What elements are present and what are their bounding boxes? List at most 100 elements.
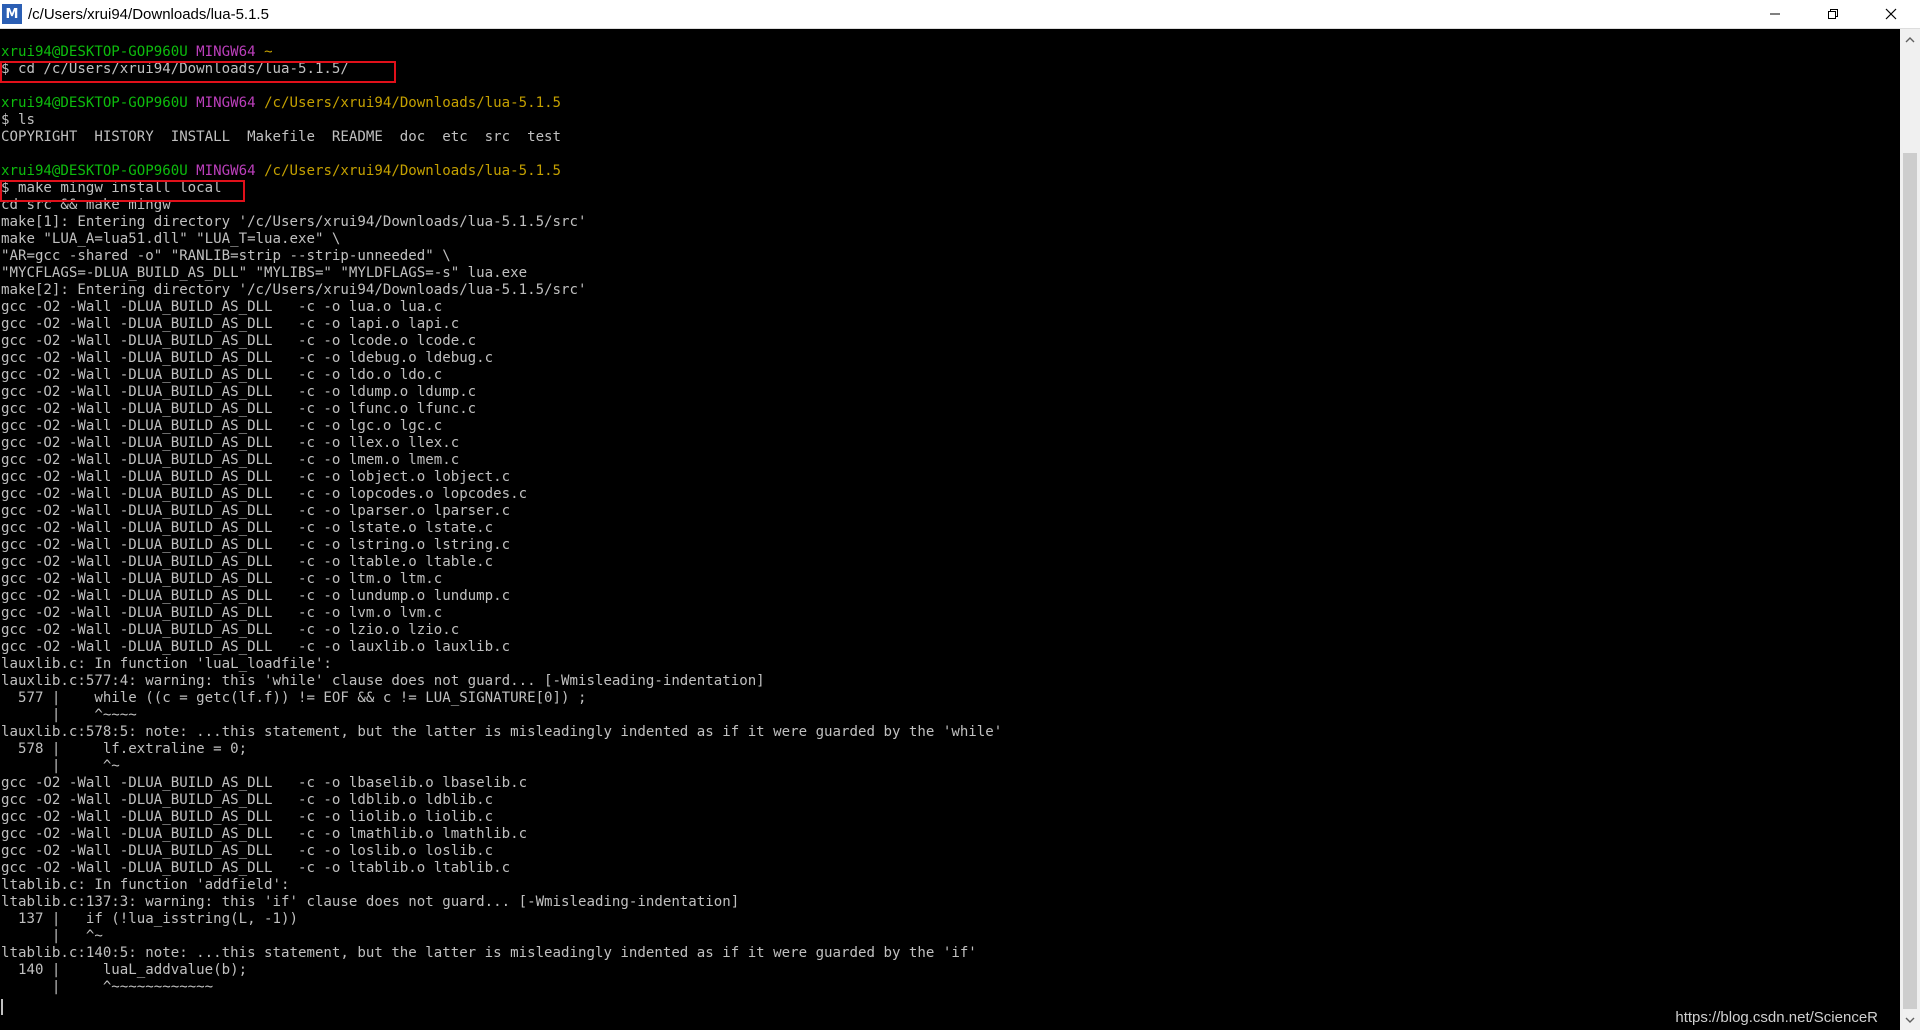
terminal-line: gcc -O2 -Wall -DLUA_BUILD_AS_DLL -c -o l…: [1, 843, 1002, 860]
terminal-text-segment: gcc -O2 -Wall -DLUA_BUILD_AS_DLL -c -o l…: [1, 469, 511, 485]
terminal-line: 578 | lf.extraline = 0;: [1, 741, 1002, 758]
terminal-line: gcc -O2 -Wall -DLUA_BUILD_AS_DLL -c -o l…: [1, 333, 1002, 350]
highlight-make-command: [0, 180, 245, 202]
terminal-text-segment: ltablib.c: In function 'addfield':: [1, 877, 290, 893]
terminal-text-segment: gcc -O2 -Wall -DLUA_BUILD_AS_DLL -c -o l…: [1, 401, 477, 417]
title-bar: M /c/Users/xrui94/Downloads/lua-5.1.5: [0, 0, 1920, 29]
terminal-text-segment: gcc -O2 -Wall -DLUA_BUILD_AS_DLL -c -o l…: [1, 605, 443, 621]
terminal-line: gcc -O2 -Wall -DLUA_BUILD_AS_DLL -c -o l…: [1, 401, 1002, 418]
terminal-text-segment: gcc -O2 -Wall -DLUA_BUILD_AS_DLL -c -o l…: [1, 588, 511, 604]
terminal-text-segment: ltablib.c:137:3: warning: this 'if' clau…: [1, 894, 740, 910]
terminal-text-segment: ~: [264, 44, 273, 60]
terminal-text-segment: MINGW64: [196, 44, 265, 60]
chevron-up-icon: [1905, 36, 1915, 42]
mintty-app-icon[interactable]: M: [2, 4, 22, 24]
scrollbar-thumb[interactable]: [1903, 153, 1917, 1009]
watermark: https://blog.csdn.net/ScienceR: [1675, 1009, 1878, 1026]
terminal-text-segment: | ^~: [1, 758, 120, 774]
minimize-button[interactable]: [1746, 0, 1804, 29]
terminal-line: | ^~: [1, 758, 1002, 775]
terminal-line: ltablib.c:137:3: warning: this 'if' clau…: [1, 894, 1002, 911]
terminal-line: gcc -O2 -Wall -DLUA_BUILD_AS_DLL -c -o l…: [1, 486, 1002, 503]
terminal-line: gcc -O2 -Wall -DLUA_BUILD_AS_DLL -c -o l…: [1, 605, 1002, 622]
terminal-line: lauxlib.c:578:5: note: ...this statement…: [1, 724, 1002, 741]
terminal-line: gcc -O2 -Wall -DLUA_BUILD_AS_DLL -c -o l…: [1, 418, 1002, 435]
terminal-output[interactable]: xrui94@DESKTOP-GOP960U MINGW64 ~ $ cd /c/…: [0, 29, 1900, 1030]
terminal-line: ltablib.c: In function 'addfield':: [1, 877, 1002, 894]
terminal-line: gcc -O2 -Wall -DLUA_BUILD_AS_DLL -c -o l…: [1, 775, 1002, 792]
terminal-text-segment: "MYCFLAGS=-DLUA_BUILD_AS_DLL" "MYLIBS=" …: [1, 265, 528, 281]
terminal-line: gcc -O2 -Wall -DLUA_BUILD_AS_DLL -c -o l…: [1, 571, 1002, 588]
terminal-text-segment: 578 | lf.extraline = 0;: [1, 741, 248, 757]
terminal-line: make[2]: Entering directory '/c/Users/xr…: [1, 282, 1002, 299]
scroll-down-arrow[interactable]: [1900, 1011, 1920, 1028]
terminal-line: | ^~~~~~~~~~~~~: [1, 979, 1002, 996]
terminal-text-segment: $ ls: [1, 112, 35, 128]
terminal-text-segment: make "LUA_A=lua51.dll" "LUA_T=lua.exe" \: [1, 231, 341, 247]
terminal-line: 137 | if (!lua_isstring(L, -1)): [1, 911, 1002, 928]
highlight-cd-command: [0, 61, 396, 83]
terminal-text-segment: gcc -O2 -Wall -DLUA_BUILD_AS_DLL -c -o l…: [1, 486, 528, 502]
terminal-text-segment: "AR=gcc -shared -o" "RANLIB=strip --stri…: [1, 248, 451, 264]
terminal-text-segment: | ^~: [1, 928, 103, 944]
terminal-line: make[1]: Entering directory '/c/Users/xr…: [1, 214, 1002, 231]
terminal-line: xrui94@DESKTOP-GOP960U MINGW64 /c/Users/…: [1, 95, 1002, 112]
terminal-line: lauxlib.c:577:4: warning: this 'while' c…: [1, 673, 1002, 690]
terminal-line: | ^~~~~: [1, 707, 1002, 724]
terminal-line: gcc -O2 -Wall -DLUA_BUILD_AS_DLL -c -o l…: [1, 554, 1002, 571]
terminal-text-segment: gcc -O2 -Wall -DLUA_BUILD_AS_DLL -c -o l…: [1, 843, 494, 859]
terminal-line: "AR=gcc -shared -o" "RANLIB=strip --stri…: [1, 248, 1002, 265]
terminal-line: gcc -O2 -Wall -DLUA_BUILD_AS_DLL -c -o l…: [1, 537, 1002, 554]
terminal-text-segment: COPYRIGHT HISTORY INSTALL Makefile READM…: [1, 129, 562, 145]
terminal-line: make "LUA_A=lua51.dll" "LUA_T=lua.exe" \: [1, 231, 1002, 248]
terminal-text-segment: gcc -O2 -Wall -DLUA_BUILD_AS_DLL -c -o l…: [1, 435, 460, 451]
terminal-text-segment: gcc -O2 -Wall -DLUA_BUILD_AS_DLL -c -o l…: [1, 367, 443, 383]
close-button[interactable]: [1862, 0, 1920, 29]
terminal-text-segment: gcc -O2 -Wall -DLUA_BUILD_AS_DLL -c -o l…: [1, 333, 477, 349]
terminal-text-segment: gcc -O2 -Wall -DLUA_BUILD_AS_DLL -c -o l…: [1, 520, 494, 536]
terminal-text-segment: gcc -O2 -Wall -DLUA_BUILD_AS_DLL -c -o l…: [1, 537, 511, 553]
terminal-text-segment: gcc -O2 -Wall -DLUA_BUILD_AS_DLL -c -o l…: [1, 384, 477, 400]
terminal-line: gcc -O2 -Wall -DLUA_BUILD_AS_DLL -c -o l…: [1, 299, 1002, 316]
terminal-text-segment: | ^~~~~~~~~~~~~: [1, 979, 214, 995]
restore-button[interactable]: [1804, 0, 1862, 29]
terminal-text-segment: 140 | luaL_addvalue(b);: [1, 962, 248, 978]
terminal-line: gcc -O2 -Wall -DLUA_BUILD_AS_DLL -c -o l…: [1, 520, 1002, 537]
terminal-text-segment: xrui94@DESKTOP-GOP960U: [1, 95, 197, 111]
terminal-text-segment: xrui94@DESKTOP-GOP960U: [1, 163, 197, 179]
terminal-text-segment: gcc -O2 -Wall -DLUA_BUILD_AS_DLL -c -o l…: [1, 826, 528, 842]
terminal-text-segment: gcc -O2 -Wall -DLUA_BUILD_AS_DLL -c -o l…: [1, 622, 460, 638]
terminal-text-segment: MINGW64: [196, 95, 265, 111]
terminal-line: gcc -O2 -Wall -DLUA_BUILD_AS_DLL -c -o l…: [1, 469, 1002, 486]
terminal-text-segment: 137 | if (!lua_isstring(L, -1)): [1, 911, 298, 927]
terminal-line: 140 | luaL_addvalue(b);: [1, 962, 1002, 979]
terminal-line: gcc -O2 -Wall -DLUA_BUILD_AS_DLL -c -o l…: [1, 367, 1002, 384]
terminal-text-segment: gcc -O2 -Wall -DLUA_BUILD_AS_DLL -c -o l…: [1, 775, 528, 791]
terminal-text-segment: | ^~~~~: [1, 707, 137, 723]
restore-icon: [1828, 9, 1838, 19]
terminal-line: lauxlib.c: In function 'luaL_loadfile':: [1, 656, 1002, 673]
terminal-line: gcc -O2 -Wall -DLUA_BUILD_AS_DLL -c -o l…: [1, 384, 1002, 401]
window-title: /c/Users/xrui94/Downloads/lua-5.1.5: [28, 5, 269, 23]
terminal-text-segment: lauxlib.c:577:4: warning: this 'while' c…: [1, 673, 765, 689]
terminal-text-segment: 577 | while ((c = getc(lf.f)) != EOF && …: [1, 690, 587, 706]
terminal-line: 577 | while ((c = getc(lf.f)) != EOF && …: [1, 690, 1002, 707]
scroll-up-arrow[interactable]: [1900, 31, 1920, 48]
vertical-scrollbar[interactable]: [1900, 29, 1920, 1030]
terminal-text-segment: gcc -O2 -Wall -DLUA_BUILD_AS_DLL -c -o l…: [1, 452, 460, 468]
terminal-text-segment: gcc -O2 -Wall -DLUA_BUILD_AS_DLL -c -o l…: [1, 316, 460, 332]
terminal-text-segment: gcc -O2 -Wall -DLUA_BUILD_AS_DLL -c -o l…: [1, 792, 494, 808]
terminal-line: gcc -O2 -Wall -DLUA_BUILD_AS_DLL -c -o l…: [1, 792, 1002, 809]
terminal-line: gcc -O2 -Wall -DLUA_BUILD_AS_DLL -c -o l…: [1, 860, 1002, 877]
terminal-line: gcc -O2 -Wall -DLUA_BUILD_AS_DLL -c -o l…: [1, 588, 1002, 605]
terminal-text-segment: gcc -O2 -Wall -DLUA_BUILD_AS_DLL -c -o l…: [1, 299, 443, 315]
terminal-cursor: [1, 999, 3, 1015]
terminal-text-segment: MINGW64: [196, 163, 265, 179]
terminal-line: ltablib.c:140:5: note: ...this statement…: [1, 945, 1002, 962]
terminal-line: xrui94@DESKTOP-GOP960U MINGW64 /c/Users/…: [1, 163, 1002, 180]
terminal-text-segment: make[1]: Entering directory '/c/Users/xr…: [1, 214, 587, 230]
terminal-text-segment: gcc -O2 -Wall -DLUA_BUILD_AS_DLL -c -o l…: [1, 350, 494, 366]
terminal-line: gcc -O2 -Wall -DLUA_BUILD_AS_DLL -c -o l…: [1, 350, 1002, 367]
terminal-text-segment: gcc -O2 -Wall -DLUA_BUILD_AS_DLL -c -o l…: [1, 554, 494, 570]
